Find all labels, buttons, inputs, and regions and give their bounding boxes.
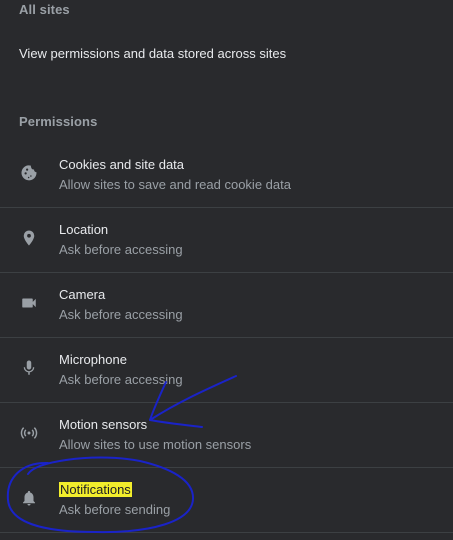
permission-row-motion-sensors[interactable]: Motion sensors Allow sites to use motion… bbox=[0, 402, 453, 467]
permission-row-notifications[interactable]: Notifications Ask before sending bbox=[0, 467, 453, 532]
permission-title: Microphone bbox=[59, 352, 127, 367]
permission-subtitle: Ask before accessing bbox=[59, 307, 183, 322]
search-highlight: Notifications bbox=[59, 482, 132, 497]
permission-subtitle: Ask before sending bbox=[59, 502, 171, 517]
bell-icon bbox=[19, 488, 39, 508]
permission-title: Location bbox=[59, 222, 109, 237]
permission-row-cookies[interactable]: Cookies and site data Allow sites to sav… bbox=[0, 143, 453, 208]
permission-subtitle: Ask before accessing bbox=[59, 372, 183, 387]
permission-subtitle: Allow sites to use motion sensors bbox=[59, 437, 252, 452]
permission-title: Camera bbox=[59, 287, 106, 302]
permissions-heading: Permissions bbox=[19, 114, 98, 129]
permission-subtitle: Ask before accessing bbox=[59, 242, 183, 257]
view-all-sites-link[interactable]: View permissions and data stored across … bbox=[19, 46, 286, 61]
camera-icon bbox=[19, 293, 39, 313]
permission-subtitle: Allow sites to save and read cookie data bbox=[59, 177, 291, 192]
permission-title: Motion sensors bbox=[59, 417, 148, 432]
location-pin-icon bbox=[19, 228, 39, 248]
cookie-icon bbox=[19, 163, 39, 183]
permission-title-highlighted: Notifications bbox=[59, 482, 132, 497]
permission-title: Cookies and site data bbox=[59, 157, 185, 172]
permission-row-camera[interactable]: Camera Ask before accessing bbox=[0, 272, 453, 337]
motion-sensor-icon bbox=[19, 423, 39, 443]
permission-row-microphone[interactable]: Microphone Ask before accessing bbox=[0, 337, 453, 402]
permission-row-location[interactable]: Location Ask before accessing bbox=[0, 207, 453, 272]
all-sites-heading: All sites bbox=[19, 2, 70, 17]
list-bottom-divider bbox=[0, 532, 453, 540]
microphone-icon bbox=[19, 358, 39, 378]
